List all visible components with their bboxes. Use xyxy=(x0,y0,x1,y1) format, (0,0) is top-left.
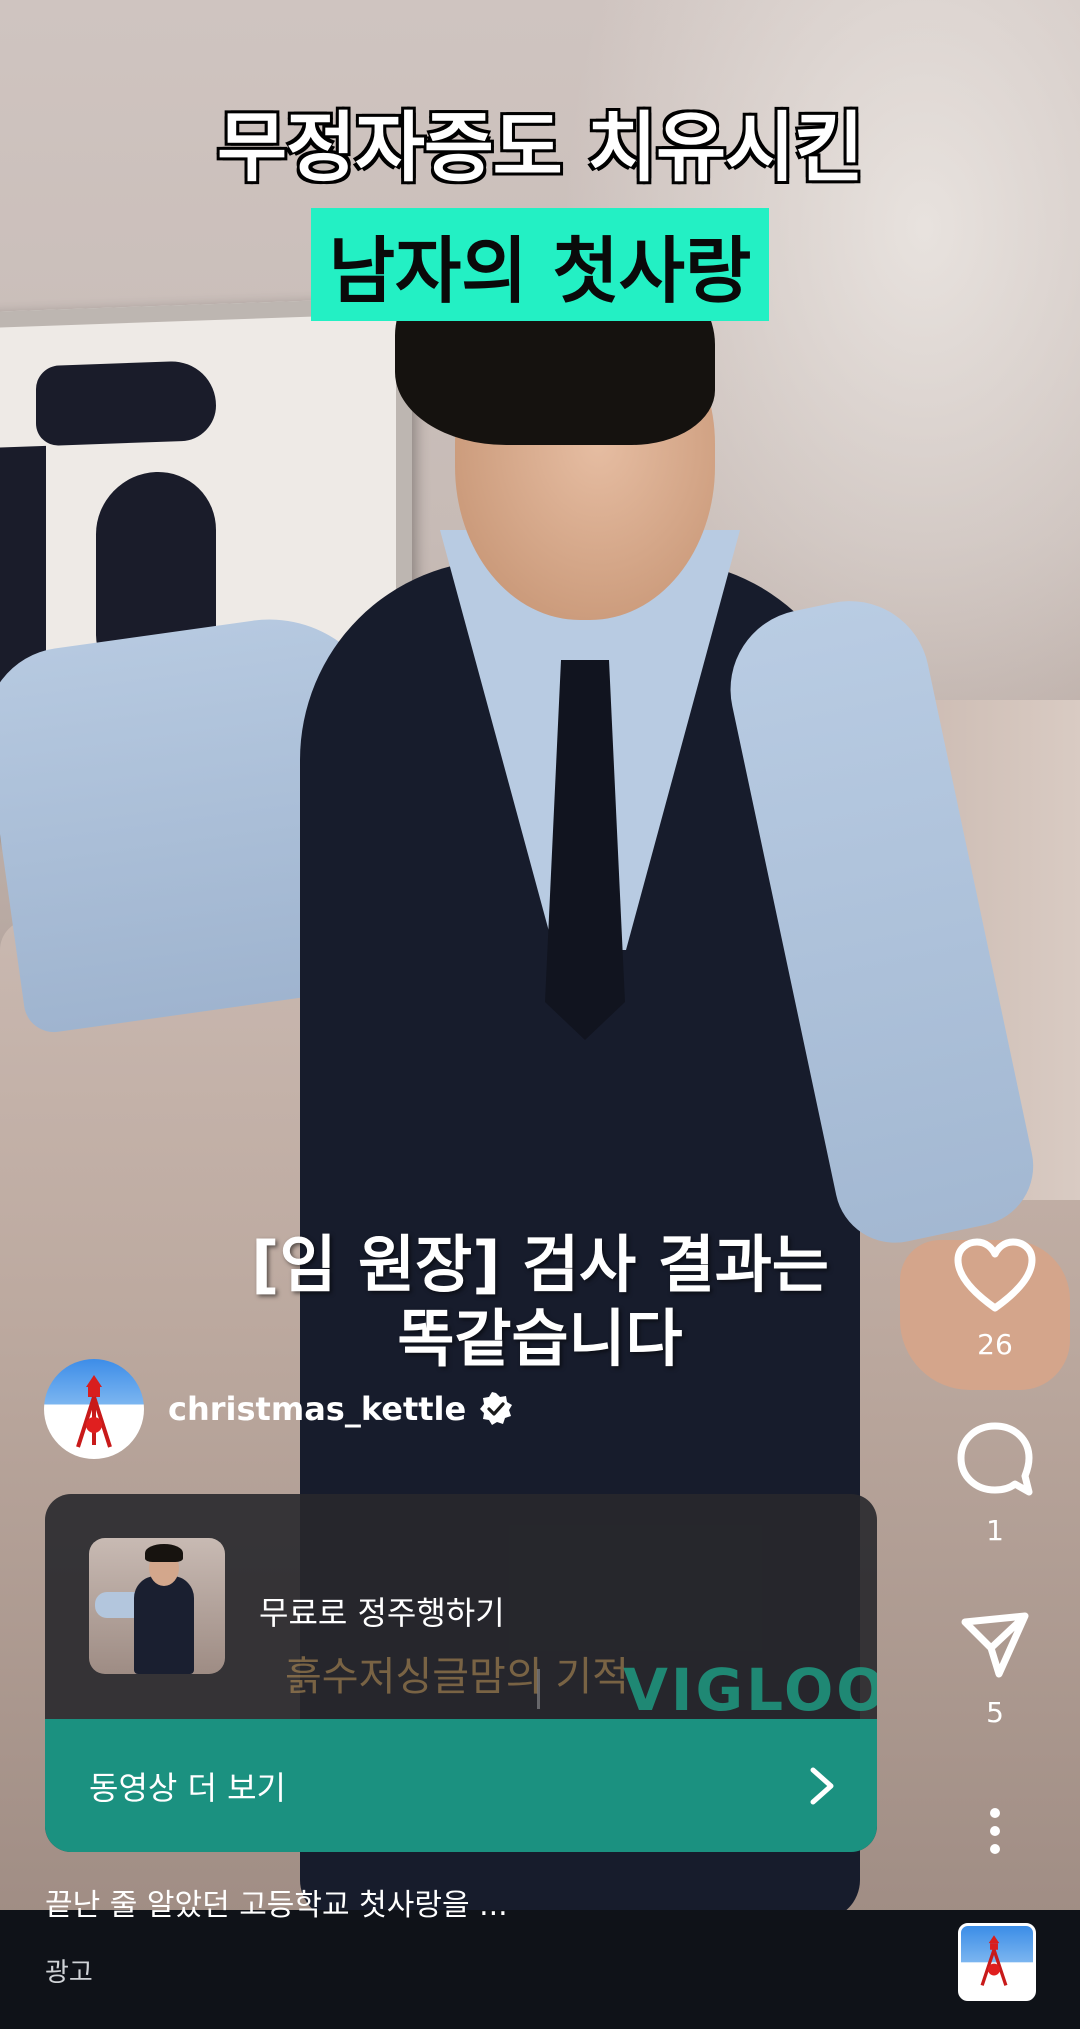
kettle-tripod-icon xyxy=(980,1935,1008,1986)
paper-plane-icon xyxy=(961,1612,1029,1678)
bottom-bar xyxy=(0,1910,1080,2029)
comment-bubble-icon xyxy=(957,1422,1033,1496)
comment-button[interactable]: 1 xyxy=(945,1420,1045,1547)
heart-icon xyxy=(954,1238,1036,1312)
sponsored-label: 광고 xyxy=(45,1958,93,1988)
like-button[interactable]: 26 xyxy=(945,1238,1045,1361)
audio-thumbnail[interactable] xyxy=(958,1923,1036,2001)
more-vertical-icon xyxy=(990,1808,1000,1854)
account-row[interactable]: christmas_kettle xyxy=(44,1357,514,1461)
ad-watermark-brand: VIGLOO xyxy=(623,1656,877,1724)
video-headline: 무정자증도 치유시킨 남자의 첫사랑 xyxy=(0,86,1080,321)
chevron-right-icon xyxy=(810,1767,834,1804)
ad-watermark-divider xyxy=(537,1669,540,1709)
kettle-tripod-icon xyxy=(76,1375,112,1448)
ad-title: 무료로 정주행하기 xyxy=(259,1594,505,1632)
share-button[interactable]: 5 xyxy=(945,1610,1045,1729)
video-description[interactable]: 끝난 줄 알았던 고등학교 첫사랑을 ... xyxy=(45,1880,508,1924)
like-count: 26 xyxy=(977,1328,1013,1361)
verified-badge-icon xyxy=(480,1392,513,1425)
watch-more-button[interactable]: 동영상 더 보기 xyxy=(45,1719,877,1852)
ad-card[interactable]: 무료로 정주행하기 흙수저싱글맘의 기적 VIGLOO 동영상 더 보기 xyxy=(45,1494,877,1852)
video-subtitle: [임 원장] 검사 결과는 똑같습니다 xyxy=(0,1228,1080,1376)
account-avatar[interactable] xyxy=(44,1359,144,1459)
ad-watermark-title: 흙수저싱글맘의 기적 xyxy=(285,1654,629,1700)
subtitle-line1: [임 원장] 검사 결과는 xyxy=(251,1228,829,1301)
comment-count: 1 xyxy=(986,1514,1004,1547)
ad-thumbnail xyxy=(89,1538,225,1674)
account-username[interactable]: christmas_kettle xyxy=(168,1390,466,1428)
ad-card-header[interactable]: 무료로 정주행하기 흙수저싱글맘의 기적 VIGLOO xyxy=(45,1494,877,1724)
share-count: 5 xyxy=(986,1696,1004,1729)
watch-more-label: 동영상 더 보기 xyxy=(89,1768,286,1807)
more-options-button[interactable] xyxy=(945,1808,1045,1854)
headline-line2: 남자의 첫사랑 xyxy=(310,208,770,321)
headline-line1: 무정자증도 치유시킨 xyxy=(217,103,864,192)
